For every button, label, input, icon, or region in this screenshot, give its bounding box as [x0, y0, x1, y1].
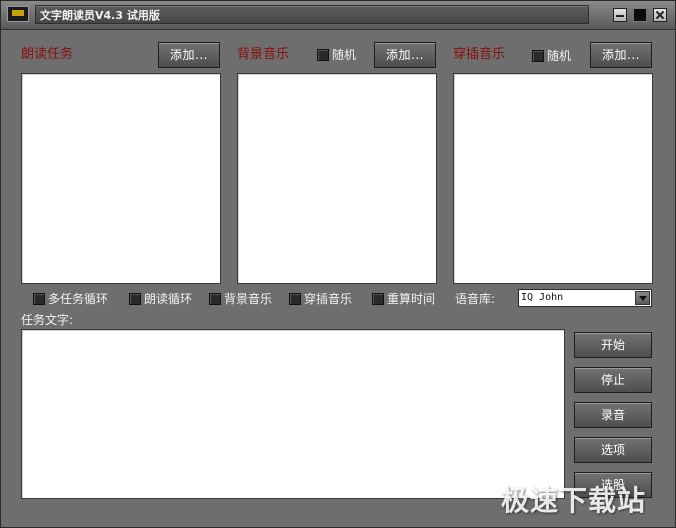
checkbox-box[interactable] — [372, 293, 384, 305]
maximize-button[interactable] — [633, 8, 647, 22]
multi-task-loop-checkbox[interactable]: 多任务循环 — [33, 291, 108, 307]
read-tasks-label: 朗读任务 — [21, 47, 74, 62]
watermark-text: 极速下载站 — [501, 484, 647, 517]
main-window: 文字朗读员V4.3 试用版 朗读任务 添加... 背景音乐 随机 添加... 穿… — [0, 0, 676, 528]
background-music-random-checkbox[interactable]: 随机 — [317, 47, 356, 63]
read-tasks-list[interactable] — [21, 73, 221, 284]
task-text-area[interactable] — [21, 329, 565, 499]
voice-library-value: IQ John — [521, 292, 564, 303]
recalc-time-checkbox[interactable]: 重算时间 — [372, 291, 435, 307]
start-button[interactable]: 开始 — [574, 332, 652, 358]
background-music-label: 背景音乐 — [237, 47, 290, 62]
title-bar[interactable]: 文字朗读员V4.3 试用版 — [1, 1, 675, 30]
insert-music-label: 穿插音乐 — [453, 47, 506, 62]
voice-library-label: 语音库: — [455, 292, 496, 306]
recalc-time-label: 重算时间 — [387, 292, 436, 306]
read-tasks-add-button[interactable]: 添加... — [158, 42, 220, 68]
background-music-add-button[interactable]: 添加... — [374, 42, 436, 68]
chevron-down-icon[interactable] — [635, 291, 650, 305]
close-button[interactable] — [653, 8, 667, 22]
multi-task-loop-label: 多任务循环 — [48, 292, 109, 306]
options-button[interactable]: 选项 — [574, 437, 652, 463]
checkbox-box[interactable] — [209, 293, 221, 305]
background-music-option-label: 背景音乐 — [224, 292, 273, 306]
checkbox-box[interactable] — [33, 293, 45, 305]
checkbox-box[interactable] — [532, 50, 544, 62]
title-frame: 文字朗读员V4.3 试用版 — [35, 5, 589, 24]
voice-library-select[interactable]: IQ John — [518, 289, 652, 307]
minimize-button[interactable] — [613, 8, 627, 22]
read-loop-checkbox[interactable]: 朗读循环 — [129, 291, 192, 307]
window-title: 文字朗读员V4.3 试用版 — [40, 9, 160, 22]
record-button[interactable]: 录音 — [574, 402, 652, 428]
random-label: 随机 — [332, 48, 357, 62]
insert-music-option-label: 穿插音乐 — [304, 292, 353, 306]
insert-music-random-checkbox[interactable]: 随机 — [532, 48, 571, 64]
background-music-option-checkbox[interactable]: 背景音乐 — [209, 291, 272, 307]
insert-music-list[interactable] — [453, 73, 653, 284]
stop-button[interactable]: 停止 — [574, 367, 652, 393]
read-loop-label: 朗读循环 — [144, 292, 193, 306]
random-label: 随机 — [547, 49, 572, 63]
checkbox-box[interactable] — [289, 293, 301, 305]
insert-music-option-checkbox[interactable]: 穿插音乐 — [289, 291, 352, 307]
background-music-list[interactable] — [237, 73, 437, 284]
app-icon — [7, 6, 29, 22]
checkbox-box[interactable] — [317, 49, 329, 61]
checkbox-box[interactable] — [129, 293, 141, 305]
task-text-label: 任务文字: — [21, 313, 74, 327]
insert-music-add-button[interactable]: 添加... — [590, 42, 652, 68]
